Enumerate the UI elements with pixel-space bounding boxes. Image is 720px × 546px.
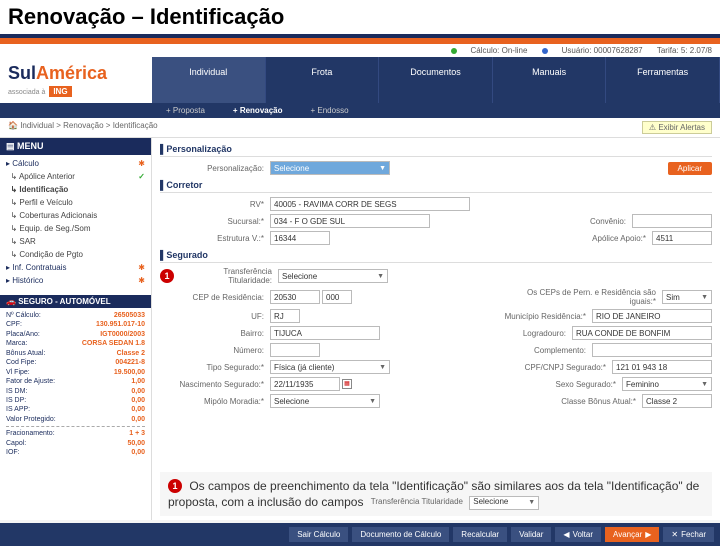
section-personalizacao: ▌Personalização [160,142,712,157]
user-dot-icon [542,48,548,54]
tab-frota[interactable]: Frota [266,57,380,103]
moradia-label: Mipólo Moradia:* [160,397,270,406]
menu-perfil[interactable]: ↳ Perfil e Veículo [0,196,151,209]
nascimento-input[interactable]: 22/11/1935 [270,377,340,391]
breadcrumb-bar: 🏠 Individual > Renovação > Identificação… [0,118,720,138]
star-icon: ✱ [138,263,145,272]
check-icon: ✓ [138,172,145,181]
tipo-select[interactable]: Física (já cliente)▼ [270,360,390,374]
sexo-select[interactable]: Feminino▼ [622,377,712,391]
ceps-label: Os CEPs de Pern. e Residência são iguais… [512,288,662,306]
menu-calculo[interactable]: ▸ Cálculo✱ [0,157,151,170]
chevron-down-icon: ▼ [377,273,384,280]
annotation-callout: 1 Os campos de preenchimento da tela "Id… [160,472,712,516]
menu-equip[interactable]: ↳ Equip. de Seg./Som [0,222,151,235]
summary-header: 🚗 SEGURO - AUTOMÓVEL [0,295,151,308]
callout-number: 1 [168,479,182,493]
star-icon: ✱ [138,159,145,168]
municipio-input[interactable]: RIO DE JANEIRO [592,309,712,323]
transf-select[interactable]: Selecione▼ [278,269,388,283]
sub-nav: + Proposta + Renovação + Endosso [0,103,720,118]
logradouro-input[interactable]: RUA CONDE DE BONFIM [572,326,712,340]
apply-button[interactable]: Aplicar [668,162,712,175]
online-dot-icon [451,48,457,54]
estrutura-input[interactable]: 16344 [270,231,330,245]
nascimento-label: Nascimento Segurado:* [160,380,270,389]
subnav-endosso[interactable]: + Endosso [297,103,363,118]
cpf-input[interactable]: 121 01 943 18 [612,360,712,374]
callout-inline-select: Selecione▼ [469,496,539,510]
complemento-input[interactable] [592,343,712,357]
uf-input[interactable]: RJ [270,309,300,323]
tab-individual[interactable]: Individual [152,57,266,103]
star-icon: ✱ [138,276,145,285]
menu-identificacao[interactable]: ↳ Identificação [0,183,151,196]
classe-label: Classe Bônus Atual:* [532,397,642,406]
municipio-label: Município Residência:* [482,312,592,321]
sucursal-label: Sucursal:* [160,217,270,226]
subnav-proposta[interactable]: + Proposta [152,103,219,118]
ing-badge: ING [49,86,71,97]
cpf-label: CPF/CNPJ Segurado:* [502,363,612,372]
menu-sar[interactable]: ↳ SAR [0,235,151,248]
show-alerts-button[interactable]: ⚠ Exibir Alertas [642,121,712,134]
menu-condicao[interactable]: ↳ Condição de Pgto [0,248,151,261]
classe-input[interactable]: Classe 2 [642,394,712,408]
menu-info[interactable]: ▸ Inf. Contratuais✱ [0,261,151,274]
subnav-renovacao[interactable]: + Renovação [219,103,297,118]
menu-coberturas[interactable]: ↳ Coberturas Adicionais [0,209,151,222]
menu-historico[interactable]: ▸ Histórico✱ [0,274,151,287]
sidebar: ▤ MENU ▸ Cálculo✱ ↳ Apólice Anterior✓ ↳ … [0,138,152,520]
tab-ferramentas[interactable]: Ferramentas [606,57,720,103]
apolice-input[interactable]: 4511 [652,231,712,245]
estrutura-label: Estrutura V.:* [160,234,270,243]
summary-panel: Nº Cálculo:26505033 CPF:130.951.017-10 P… [0,308,151,461]
menu-header: ▤ MENU [0,138,151,155]
menu-apolice[interactable]: ↳ Apólice Anterior✓ [0,170,151,183]
cep2-input[interactable]: 000 [322,290,352,304]
tab-documentos[interactable]: Documentos [379,57,493,103]
bairro-input[interactable]: TIJUCA [270,326,380,340]
tipo-label: Tipo Segurado:* [160,363,270,372]
ceps-select[interactable]: Sim▼ [662,290,712,304]
callout-badge-1: 1 [160,269,174,283]
section-corretor: ▌Corretor [160,178,712,193]
apolice-label: Apólice Apoio:* [562,234,652,243]
calendar-icon[interactable]: ▦ [342,379,352,389]
sucursal-input[interactable]: 034 - F O GDE SUL [270,214,430,228]
callout-inline-label: Transferência Titularidade [371,497,463,506]
bairro-label: Bairro: [160,329,270,338]
sexo-label: Sexo Segurado:* [532,380,622,389]
cep-label: CEP de Residência: [160,293,270,302]
chevron-down-icon: ▼ [379,364,386,371]
numero-label: Número: [160,346,270,355]
complemento-label: Complemento: [512,346,592,355]
moradia-select[interactable]: Selecione▼ [270,394,380,408]
convenio-input[interactable] [632,214,712,228]
section-segurado: ▌Segurado [160,248,712,263]
main-nav: Individual Frota Documentos Manuais Ferr… [152,57,720,103]
chevron-down-icon: ▼ [701,294,708,301]
chevron-down-icon: ▼ [528,498,535,507]
numero-input[interactable] [270,343,320,357]
form-content: ▌Personalização Personalização: Selecion… [152,138,720,520]
chevron-down-icon: ▼ [379,165,386,172]
rv-label: RV* [160,200,270,209]
breadcrumb: 🏠 Individual > Renovação > Identificação [8,121,158,134]
chevron-down-icon: ▼ [701,381,708,388]
footer-bar: Sair Cálculo Documento de Cálculo Recalc… [0,523,720,546]
personal-select[interactable]: Selecione▼ [270,161,390,175]
slide-title: Renovação – Identificação [0,0,720,38]
convenio-label: Convênio: [542,217,632,226]
transf-label: Transferência Titularidade: [174,267,278,285]
personal-label: Personalização: [160,164,270,173]
cep1-input[interactable]: 20530 [270,290,320,304]
status-bar: Cálculo: On-line Usuário: 00007628287 Ta… [0,44,720,57]
logo: SulAmérica associada à ING [0,57,152,103]
rv-input[interactable]: 40005 - RAVIMA CORR DE SEGS [270,197,470,211]
logradouro-label: Logradouro: [502,329,572,338]
uf-label: UF: [160,312,270,321]
chevron-down-icon: ▼ [369,398,376,405]
tab-manuais[interactable]: Manuais [493,57,607,103]
